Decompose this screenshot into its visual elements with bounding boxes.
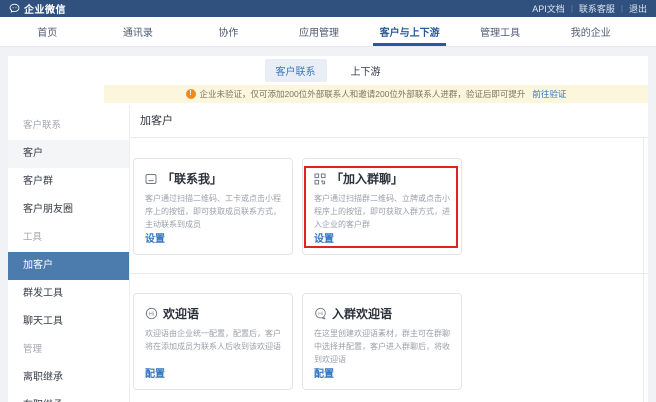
contact-me-settings-link[interactable]: 设置 bbox=[145, 230, 165, 245]
svg-text:Hi: Hi bbox=[149, 312, 154, 318]
sidebar-item-chat-tool[interactable]: 聊天工具 bbox=[8, 308, 129, 336]
warning-icon: ! bbox=[186, 89, 196, 99]
group-welcome-configure-link[interactable]: 配置 bbox=[314, 365, 334, 380]
tab-customer-contact[interactable]: 客户联系 bbox=[265, 59, 327, 82]
cards-row-bottom: Hi 欢迎语 欢迎语由企业统一配置，配置后，客户将在添加成员为联系人后收到该欢迎… bbox=[133, 293, 462, 390]
api-docs-link[interactable]: API文档 bbox=[532, 2, 565, 15]
sidebar: 客户联系 客户 客户群 客户朋友圈 工具 加客户 群发工具 聊天工具 管理 离职… bbox=[8, 105, 130, 402]
sidebar-item-bulk-message-tool[interactable]: 群发工具 bbox=[8, 280, 129, 308]
nav-item-admin-tools[interactable]: 管理工具 bbox=[455, 17, 546, 46]
separator: | bbox=[571, 4, 573, 13]
section-divider bbox=[130, 273, 648, 274]
notice-text: 企业未验证，仅可添加200位外部联系人和邀请200位外部联系人进群，验证后即可提… bbox=[200, 88, 526, 100]
sidebar-item-customers[interactable]: 客户 bbox=[8, 140, 129, 168]
card-head: Hi 入群欢迎语 bbox=[314, 305, 450, 322]
nav-item-apps[interactable]: 应用管理 bbox=[274, 17, 365, 46]
content-panel: 客户联系 上下游 ! 企业未验证，仅可添加200位外部联系人和邀请200位外部联… bbox=[8, 56, 648, 402]
topbar-links: API文档 | 联系客服 | 退出 bbox=[532, 2, 647, 15]
card-head: 「加入群聊」 bbox=[314, 170, 450, 187]
tab-upstream-downstream[interactable]: 上下游 bbox=[340, 59, 392, 82]
logout-link[interactable]: 退出 bbox=[629, 2, 647, 15]
main-nav: 首页 通讯录 协作 应用管理 客户与上下游 管理工具 我的企业 bbox=[0, 17, 656, 47]
welcome-message-card[interactable]: Hi 欢迎语 欢迎语由企业统一配置，配置后，客户将在添加成员为联系人后收到该欢迎… bbox=[133, 293, 293, 390]
sidebar-item-customer-moments[interactable]: 客户朋友圈 bbox=[8, 196, 129, 224]
nav-item-contacts[interactable]: 通讯录 bbox=[93, 17, 184, 46]
separator: | bbox=[621, 4, 623, 13]
card-title: 欢迎语 bbox=[163, 305, 199, 322]
nav-item-collaboration[interactable]: 协作 bbox=[183, 17, 274, 46]
sidebar-item-onjob-handover[interactable]: 在职继承 bbox=[8, 392, 129, 402]
verification-notice-bar: ! 企业未验证，仅可添加200位外部联系人和邀请200位外部联系人进群，验证后即… bbox=[104, 85, 648, 103]
nav-item-my-company[interactable]: 我的企业 bbox=[545, 17, 636, 46]
cards-row-top: 「联系我」 客户通过扫描二维码、工卡或点击小程序上的按钮，即可获取成员联系方式，… bbox=[133, 158, 462, 255]
subtabs: 客户联系 上下游 bbox=[8, 56, 648, 85]
svg-text:Hi: Hi bbox=[318, 311, 323, 317]
card-description: 在这里创建欢迎语素材，群主可在群聊中选择并配置，客户进入群聊后，将收到欢迎语 bbox=[314, 327, 450, 366]
sidebar-section-tools: 工具 bbox=[8, 224, 129, 252]
sidebar-section-management: 管理 bbox=[8, 336, 129, 364]
page-title: 加客户 bbox=[130, 105, 648, 138]
sidebar-item-customer-groups[interactable]: 客户群 bbox=[8, 168, 129, 196]
contact-card-icon bbox=[145, 173, 157, 185]
nav-item-customers[interactable]: 客户与上下游 bbox=[364, 17, 455, 46]
hi-bubble-icon: Hi bbox=[314, 307, 327, 320]
card-head: Hi 欢迎语 bbox=[145, 305, 281, 322]
contact-me-card[interactable]: 「联系我」 客户通过扫描二维码、工卡或点击小程序上的按钮，即可获取成员联系方式，… bbox=[133, 158, 293, 255]
chat-bubble-logo-icon bbox=[9, 3, 20, 14]
go-verify-link[interactable]: 前往验证 bbox=[532, 88, 566, 100]
join-group-chat-card[interactable]: 「加入群聊」 客户通过扫描群二维码、立牌或点击小程序上的按钮，即可获取入群方式，… bbox=[302, 158, 462, 255]
card-title: 「加入群聊」 bbox=[331, 170, 403, 187]
sidebar-item-add-customer[interactable]: 加客户 bbox=[8, 252, 129, 280]
card-title: 「联系我」 bbox=[162, 170, 222, 187]
group-welcome-message-card[interactable]: Hi 入群欢迎语 在这里创建欢迎语素材，群主可在群聊中选择并配置，客户进入群聊后… bbox=[302, 293, 462, 390]
hi-circle-icon: Hi bbox=[145, 307, 158, 320]
wechat-work-logo: 企业微信 bbox=[9, 1, 66, 16]
card-description: 客户通过扫描群二维码、立牌或点击小程序上的按钮，即可获取入群方式，进入企业的客户… bbox=[314, 192, 450, 231]
qr-code-icon bbox=[314, 173, 326, 185]
card-title: 入群欢迎语 bbox=[332, 305, 392, 322]
card-head: 「联系我」 bbox=[145, 170, 281, 187]
sidebar-item-resigned-handover[interactable]: 离职继承 bbox=[8, 364, 129, 392]
card-description: 欢迎语由企业统一配置，配置后，客户将在添加成员为联系人后收到该欢迎语 bbox=[145, 327, 281, 353]
card-description: 客户通过扫描二维码、工卡或点击小程序上的按钮，即可获取成员联系方式，主动联系到成… bbox=[145, 192, 281, 231]
contact-support-link[interactable]: 联系客服 bbox=[579, 2, 615, 15]
scrollbar-track bbox=[643, 138, 644, 402]
topbar: 企业微信 API文档 | 联系客服 | 退出 bbox=[0, 0, 656, 17]
join-group-settings-link[interactable]: 设置 bbox=[314, 230, 334, 245]
nav-item-home[interactable]: 首页 bbox=[2, 17, 93, 46]
sidebar-section-customer-contact: 客户联系 bbox=[8, 112, 129, 140]
welcome-message-configure-link[interactable]: 配置 bbox=[145, 365, 165, 380]
logo-text: 企业微信 bbox=[24, 1, 66, 16]
main-content: 加客户 「联系我」 客户通过扫描二维码、工卡或点击小程序上的按钮，即可获取成员联… bbox=[130, 105, 648, 402]
